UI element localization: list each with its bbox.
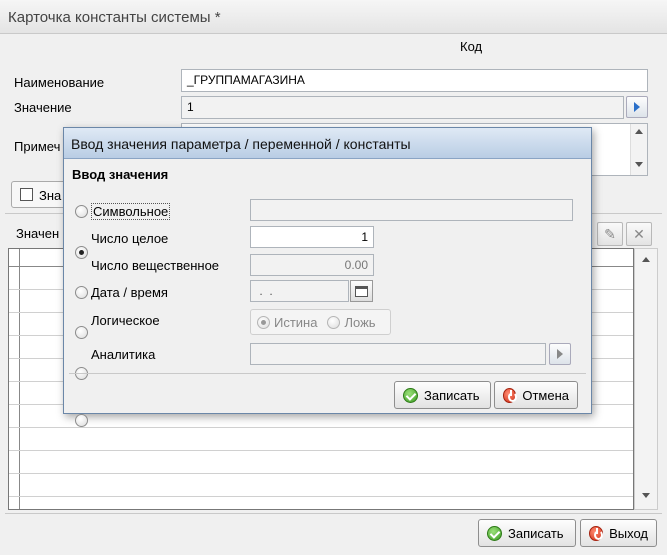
dialog-title-bar: Ввод значения параметра / переменной / к…: [64, 128, 591, 159]
scroll-down-icon: [635, 162, 643, 167]
check-icon: [487, 525, 502, 541]
exit-button-label: Выход: [609, 525, 648, 541]
scroll-down-icon: [642, 493, 650, 498]
radio-datetime[interactable]: [75, 326, 88, 339]
datetime-value-field[interactable]: . .: [250, 280, 349, 302]
dialog-section-title: Ввод значения: [72, 167, 169, 182]
true-label: Истина: [274, 314, 318, 330]
value-input-dialog[interactable]: Ввод значения параметра / переменной / к…: [63, 127, 592, 427]
check-icon: [403, 387, 418, 403]
calendar-button[interactable]: [350, 280, 373, 302]
calendar-icon: [355, 285, 368, 297]
real-value-field[interactable]: 0.00: [250, 254, 374, 276]
option-analytics-label[interactable]: Аналитика: [91, 347, 155, 362]
code-column-label: Код: [460, 39, 483, 54]
dialog-title: Ввод значения параметра / переменной / к…: [71, 136, 411, 152]
grid-row-line: [9, 496, 633, 497]
analytics-value-field[interactable]: [250, 343, 546, 365]
logical-value-group: Истина Ложь: [250, 309, 391, 335]
dialog-cancel-button[interactable]: Отмена: [494, 381, 578, 409]
option-datetime-label[interactable]: Дата / время: [91, 285, 168, 300]
value-select-button[interactable]: [626, 96, 648, 118]
integer-value-field[interactable]: 1: [250, 226, 374, 248]
window-title-bar: Карточка константы системы *: [0, 0, 667, 34]
option-integer-label[interactable]: Число целое: [91, 231, 168, 246]
save-button-label: Записать: [508, 525, 564, 541]
false-label: Ложь: [344, 314, 376, 330]
value-label: Значение: [14, 100, 72, 115]
dialog-save-button[interactable]: Записать: [394, 381, 491, 409]
dialog-save-label: Записать: [424, 387, 480, 403]
dialog-divider: [69, 373, 586, 374]
divider: [5, 513, 662, 514]
grid-label: Значен: [16, 226, 60, 241]
radio-symbolic[interactable]: [75, 205, 88, 218]
radio-integer[interactable]: [75, 246, 88, 259]
dialog-cancel-label: Отмена: [522, 387, 569, 403]
radio-real[interactable]: [75, 286, 88, 299]
power-icon: [589, 525, 604, 541]
scroll-up-icon: [642, 257, 650, 262]
arrow-right-icon: [634, 102, 640, 112]
radio-false[interactable]: [327, 315, 341, 329]
scroll-up-icon: [635, 129, 643, 134]
delete-row-button[interactable]: ✕: [626, 222, 652, 246]
grid-row-line: [9, 473, 633, 474]
save-button[interactable]: Записать: [478, 519, 576, 547]
cancel-icon: [503, 387, 518, 403]
radio-analytics[interactable]: [75, 414, 88, 427]
checkbox[interactable]: [20, 188, 33, 201]
symbolic-value-field[interactable]: [250, 199, 573, 221]
value-field[interactable]: 1: [181, 96, 624, 119]
value-checkbox-group[interactable]: Зна: [11, 181, 71, 208]
analytics-select-button[interactable]: [549, 343, 571, 365]
grid-column-divider: [19, 249, 20, 509]
radio-true[interactable]: [257, 315, 270, 329]
edit-row-button[interactable]: ✎: [597, 222, 623, 246]
window-title: Карточка константы системы *: [8, 9, 221, 26]
exit-button[interactable]: Выход: [580, 519, 657, 547]
note-label: Примеч: [14, 139, 61, 154]
grid-scrollbar[interactable]: [634, 248, 658, 510]
option-symbolic-label[interactable]: Символьное: [91, 203, 171, 220]
option-logical-label[interactable]: Логическое: [91, 313, 160, 328]
edit-icon: ✎: [604, 225, 616, 242]
checkbox-label: Зна: [39, 188, 62, 203]
grid-row-line: [9, 450, 633, 451]
delete-icon: ✕: [633, 225, 645, 242]
option-real-label[interactable]: Число вещественное: [91, 258, 219, 273]
grid-row-line: [9, 427, 633, 428]
name-field[interactable]: _ГРУППАМАГАЗИНА: [181, 69, 648, 92]
name-label: Наименование: [14, 75, 105, 90]
arrow-right-icon: [557, 349, 563, 359]
note-scrollbar[interactable]: [630, 124, 647, 175]
